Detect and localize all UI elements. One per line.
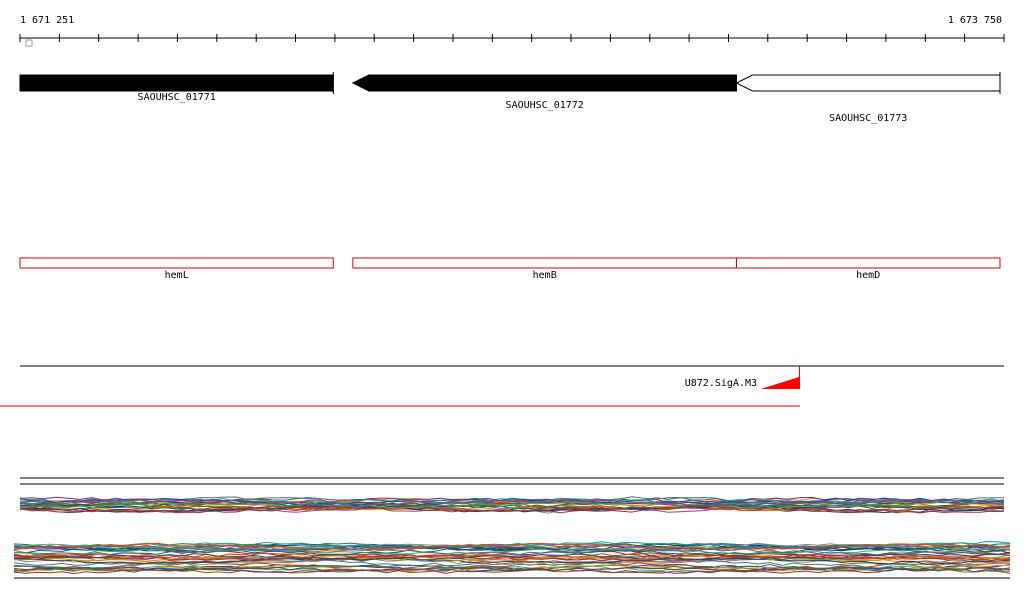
profile-lines-upper [19,496,1005,514]
motif-label[interactable]: U872.SigA.M3 [685,378,757,389]
gene-label-hemd: hemD [856,270,880,281]
genome-browser-view: 1 671 251 1 673 750 SAOUHSC_01771SAOUHSC… [0,15,1011,579]
ruler-end-label: 1 673 750 [948,15,1002,26]
ruler-handle[interactable] [25,39,33,47]
motif-marker[interactable] [761,366,800,389]
gene-label-hemb: hemB [533,270,557,281]
gene-track: hemL hemB hemD [19,257,1001,281]
expression-profile-tracks [13,477,1011,579]
feature-track: SAOUHSC_01771 SAOUHSC_01772 SAOUHSC_01773 [19,72,1001,124]
gene-box-hemb[interactable] [352,257,737,269]
feature-label-saouhsc_01772: SAOUHSC_01772 [506,100,584,111]
motif-track: U872.SigA.M3 [0,365,1004,407]
gene-box-hemd[interactable] [736,257,1001,269]
feature-arrow-saouhsc_01772[interactable] [351,74,737,92]
feature-label-saouhsc_01773: SAOUHSC_01773 [829,113,907,124]
profile-lines-lower [13,541,1011,575]
gene-label-heml: hemL [165,270,189,281]
feature-arrow-saouhsc_01773[interactable] [735,74,1001,92]
feature-label-saouhsc_01771: SAOUHSC_01771 [138,92,216,103]
feature-arrow-saouhsc_01771[interactable] [19,74,334,92]
gene-box-heml[interactable] [19,257,334,269]
ruler-start-label: 1 671 251 [20,15,74,26]
coordinate-ruler: 1 671 251 1 673 750 [19,15,1005,47]
